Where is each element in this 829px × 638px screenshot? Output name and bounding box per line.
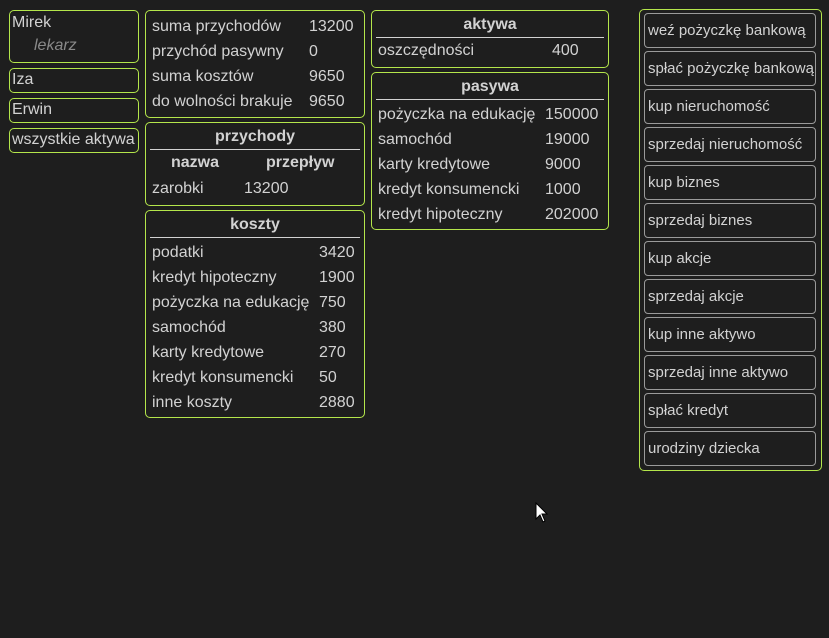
assets-panel: aktywa oszczędności 400 [371,10,609,68]
liability-label: pożyczka na edukację [378,106,536,123]
summary-row: suma przychodów 13200 [146,14,364,39]
liability-row: karty kredytowe 9000 [372,152,608,177]
summary-row: do wolności brakuje 9650 [146,89,364,114]
cost-value: 750 [319,294,346,311]
cost-value: 3420 [319,244,355,261]
child-birth-button[interactable]: urodziny dziecka [644,431,816,466]
sell-real-estate-button[interactable]: sprzedaj nieruchomość [644,127,816,162]
cost-label: inne koszty [152,394,233,411]
sell-stocks-button[interactable]: sprzedaj akcje [644,279,816,314]
cost-value: 380 [319,319,346,336]
column-header-name: nazwa [171,154,220,171]
summary-label: przychód pasywny [152,43,284,60]
liability-value: 19000 [545,131,590,148]
summary-value: 0 [309,43,318,60]
income-panel: przychody nazwa przepływ zarobki 13200 [145,122,365,206]
cost-row: kredyt hipoteczny 1900 [146,265,364,290]
income-title: przychody [150,126,360,150]
mouse-cursor-icon [535,501,549,529]
cost-row: inne koszty 2880 [146,390,364,415]
liability-row: kredyt hipoteczny 202000 [372,202,608,227]
all-assets-button[interactable]: wszystkie aktywa [9,128,139,153]
repay-bank-loan-button[interactable]: spłać pożyczkę bankową [644,51,816,86]
summary-value: 9650 [309,68,345,85]
liability-row: samochód 19000 [372,127,608,152]
cost-row: kredyt konsumencki 50 [146,365,364,390]
liability-label: kredyt konsumencki [378,181,520,198]
summary-label: suma przychodów [152,18,281,35]
column-header-flow: przepływ [266,154,335,171]
costs-title: koszty [150,214,360,238]
player-name: Erwin [12,101,53,118]
asset-value: 400 [552,42,579,59]
asset-label: oszczędności [378,42,475,59]
cost-row: podatki 3420 [146,240,364,265]
summary-label: do wolności brakuje [152,93,293,110]
cost-label: kredyt konsumencki [152,369,294,386]
liability-label: samochód [378,131,452,148]
summary-value: 13200 [309,18,354,35]
liability-value: 150000 [545,106,599,123]
summary-label: suma kosztów [152,68,254,85]
cost-row: karty kredytowe 270 [146,340,364,365]
cost-value: 2880 [319,394,355,411]
summary-row: przychód pasywny 0 [146,39,364,64]
summary-value: 9650 [309,93,345,110]
buy-real-estate-button[interactable]: kup nieruchomość [644,89,816,124]
sell-business-button[interactable]: sprzedaj biznes [644,203,816,238]
income-column-headers: nazwa przepływ [146,150,364,176]
cost-row: pożyczka na edukację 750 [146,290,364,315]
cost-label: pożyczka na edukację [152,294,310,311]
player-item-erwin[interactable]: Erwin [9,98,139,123]
take-bank-loan-button[interactable]: weź pożyczkę bankową [644,13,816,48]
player-item-mirek[interactable]: Mirek lekarz [9,10,139,63]
cost-row: samochód 380 [146,315,364,340]
cost-value: 270 [319,344,346,361]
repay-credit-button[interactable]: spłać kredyt [644,393,816,428]
player-profession: lekarz [34,37,77,54]
income-row: zarobki 13200 [146,176,364,201]
player-name: Iza [12,71,34,88]
sell-other-asset-button[interactable]: sprzedaj inne aktywo [644,355,816,390]
cost-label: karty kredytowe [152,344,265,361]
player-item-iza[interactable]: Iza [9,68,139,93]
income-value: 13200 [244,180,289,197]
liabilities-title: pasywa [376,76,604,100]
asset-row: oszczędności 400 [372,38,608,63]
liability-row: pożyczka na edukację 150000 [372,102,608,127]
cost-value: 1900 [319,269,355,286]
cost-value: 50 [319,369,337,386]
assets-title: aktywa [376,14,604,38]
liability-value: 202000 [545,206,599,223]
liability-row: kredyt konsumencki 1000 [372,177,608,202]
liability-label: kredyt hipoteczny [378,206,503,223]
income-label: zarobki [152,180,204,197]
buy-other-asset-button[interactable]: kup inne aktywo [644,317,816,352]
buy-business-button[interactable]: kup biznes [644,165,816,200]
all-assets-label: wszystkie aktywa [12,131,135,148]
liability-value: 9000 [545,156,581,173]
cost-label: kredyt hipoteczny [152,269,277,286]
cost-label: podatki [152,244,204,261]
player-name: Mirek [12,14,52,31]
summary-panel: suma przychodów 13200 przychód pasywny 0… [145,10,365,118]
liability-label: karty kredytowe [378,156,491,173]
buy-stocks-button[interactable]: kup akcje [644,241,816,276]
cost-label: samochód [152,319,226,336]
costs-panel: koszty podatki 3420 kredyt hipoteczny 19… [145,210,365,418]
liability-value: 1000 [545,181,581,198]
liabilities-panel: pasywa pożyczka na edukację 150000 samoc… [371,72,609,230]
summary-row: suma kosztów 9650 [146,64,364,89]
